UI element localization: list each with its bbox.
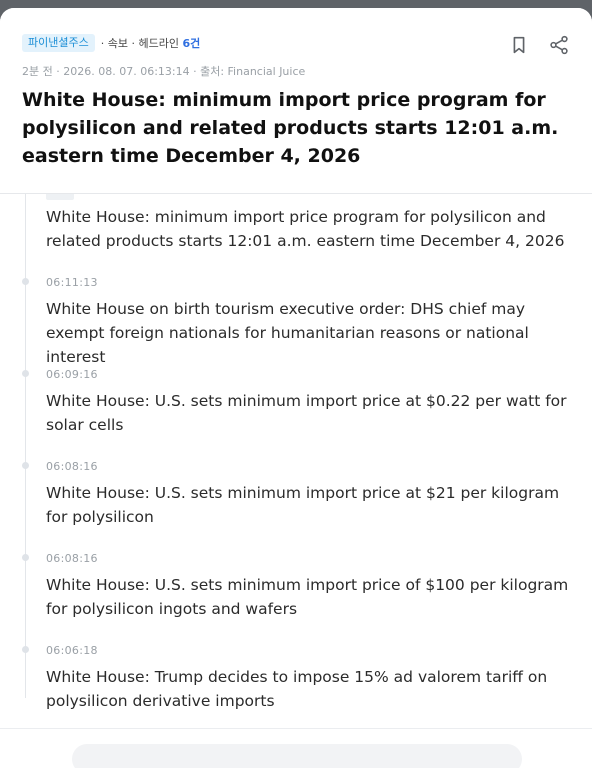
timeline-dot xyxy=(22,646,29,653)
headline-text: White House: Trump decides to impose 15%… xyxy=(46,668,548,710)
headline-time: 06:08:16 xyxy=(46,552,98,565)
news-detail-sheet: 파이낸셜주스 · 속보 · 헤드라인 6건 2분 전 · 2026. 08. 0… xyxy=(0,8,592,768)
timeline-dot xyxy=(22,278,29,285)
headline-time: 06:06:18 xyxy=(46,644,98,657)
article-title: White House: minimum import price progra… xyxy=(22,89,559,167)
category-prefix: · 속보 · 헤드라인 xyxy=(100,37,183,50)
article-header: 파이낸셜주스 · 속보 · 헤드라인 6건 2분 전 · 2026. 08. 0… xyxy=(0,8,592,194)
headline-text: White House on birth tourism executive o… xyxy=(46,300,529,366)
headline-time: 06:09:16 xyxy=(46,368,98,381)
article-meta: 2분 전 · 2026. 08. 07. 06:13:14 · 출처: Fina… xyxy=(22,65,306,78)
headline-time: 06:11:13 xyxy=(46,276,98,289)
share-icon[interactable] xyxy=(548,34,570,56)
timeline-dot xyxy=(22,370,29,377)
bottom-input-bar[interactable] xyxy=(72,744,522,768)
headline-timeline: White House: minimum import price progra… xyxy=(0,178,592,738)
headline-time: 06:08:16 xyxy=(46,460,98,473)
headline-text: White House: U.S. sets minimum import pr… xyxy=(46,392,567,434)
headline-count: 6건 xyxy=(182,37,201,50)
timeline-dot xyxy=(22,554,29,561)
bookmark-icon[interactable] xyxy=(508,34,530,56)
headline-text: White House: minimum import price progra… xyxy=(46,208,565,250)
category-label: · 속보 · 헤드라인 6건 xyxy=(101,35,200,51)
headline-text: White House: U.S. sets minimum import pr… xyxy=(46,576,569,618)
timeline-dot xyxy=(22,462,29,469)
header-actions xyxy=(508,34,570,56)
headline-text: White House: U.S. sets minimum import pr… xyxy=(46,484,560,526)
source-badge[interactable]: 파이낸셜주스 xyxy=(22,34,95,52)
bottom-divider xyxy=(0,728,592,729)
category-row: 파이낸셜주스 · 속보 · 헤드라인 6건 xyxy=(22,34,200,52)
timeline-line xyxy=(25,178,26,698)
